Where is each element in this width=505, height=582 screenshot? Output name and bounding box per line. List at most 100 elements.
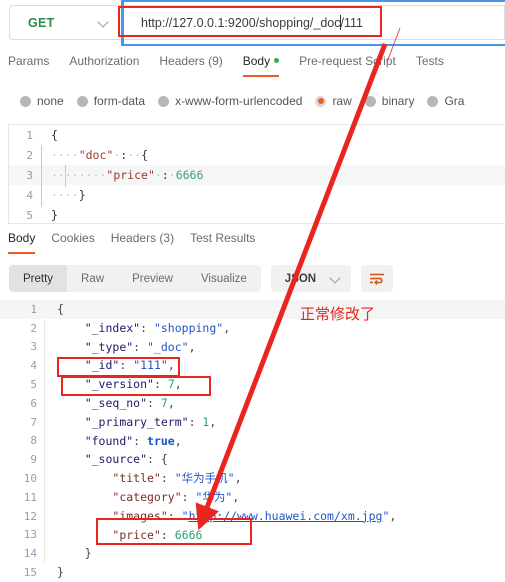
response-code: "images": "http://www.huawei.com/xm.jpg"… [44,506,505,526]
code-token: "shopping" [153,320,224,335]
response-line: 12 "images": "http://www.huawei.com/xm.j… [0,506,505,526]
word-wrap-toggle[interactable] [361,265,394,292]
tab-tests[interactable]: Tests [416,52,444,77]
line-number: 12 [23,509,37,523]
annotation-note: 正常修改了 [300,305,376,323]
body-type-raw-label: raw [332,94,352,108]
code-token: true [147,433,175,448]
response-line: 3 "_type": "_doc", [0,337,505,357]
view-mode-pretty[interactable]: Pretty [9,265,68,292]
resp-tab-headers[interactable]: Headers (3) [111,230,174,254]
url-input[interactable]: http://127.0.0.1:9200/shopping/_doc/111 [119,5,505,40]
code-token: "_index" [84,320,141,335]
request-url-row: GET http://127.0.0.1:9200/shopping/_doc/… [0,0,505,46]
view-mode-visualize[interactable]: Visualize [187,265,261,292]
code-token: : [161,168,169,182]
code-token: , [174,377,182,392]
code-token: : [147,395,161,410]
body-type-binary-label: binary [381,94,415,108]
resp-tab-test-results[interactable]: Test Results [190,230,255,254]
code-token: } [57,565,64,580]
response-format-label: JSON [284,272,317,285]
response-code: } [44,563,505,582]
code-token: "_id" [84,358,120,373]
code-token: , [234,471,242,486]
word-wrap-icon [370,273,385,285]
radio-icon [427,95,439,107]
tab-headers[interactable]: Headers (9) [159,52,222,77]
body-type-form-data-label: form-data [93,94,146,108]
response-line: 8 "found": true, [0,431,505,451]
request-body-editor[interactable]: 1{2····"doc"·:··{3········"price"·:·6666… [8,124,505,224]
request-editor-line: 2 ····"doc"·:··{ [9,145,505,167]
request-editor-line: 1{ [9,125,505,145]
resp-tab-headers-label: Headers (3) [110,231,175,245]
body-modified-dot-icon [274,58,280,63]
body-type-graphql[interactable]: Gra [427,94,464,108]
body-type-none[interactable]: none [20,94,64,108]
view-mode-raw[interactable]: Raw [67,265,118,292]
line-number: 2 [30,321,37,335]
code-token: "_version" [84,377,154,392]
response-code: "_source": { [44,450,505,470]
resp-tab-cookies[interactable]: Cookies [51,230,94,254]
code-token: · [168,168,176,182]
code-token: : [181,489,196,504]
tab-body[interactable]: Body [242,52,280,77]
tab-authorization[interactable]: Authorization [69,52,139,77]
code-token: , [209,414,217,429]
body-type-urlencoded[interactable]: x-www-form-urlencoded [158,94,302,108]
view-mode-visualize-label: Visualize [200,272,247,285]
response-line: 14 } [0,544,505,564]
code-token: : [160,471,175,486]
code-token: : [167,508,182,523]
response-code: "category": "华为", [44,487,505,507]
body-type-form-data[interactable]: form-data [76,94,146,108]
radio-icon [364,95,376,107]
line-number: 13 [23,528,37,542]
request-editor-code: { [41,128,58,142]
response-line: 15} [0,563,505,582]
url-suffix: /111 [340,16,363,30]
view-mode-preview[interactable]: Preview [118,265,187,292]
line-number: 9 [30,453,37,467]
response-code: } [44,544,505,564]
tab-params[interactable]: Params [8,52,49,77]
code-token: "_primary_term" [84,414,189,429]
response-code: "_type": "_doc", [44,337,505,357]
radio-icon [76,95,88,107]
code-token: : [160,527,175,542]
response-line: 11 "category": "华为", [0,487,505,507]
http-method-dropdown[interactable]: GET [9,5,119,40]
tab-pre-request-script[interactable]: Pre-request Script [299,52,396,77]
response-line: 5 "_version": 7, [0,375,505,394]
code-token: "_source" [84,452,148,467]
line-number: 11 [23,490,37,504]
response-line: 4 "_id": "111", [0,356,505,376]
url-focus-frame-left [121,0,124,46]
code-token: : [140,320,154,335]
response-link[interactable]: http://www.huawei.com/xm.jpg [189,509,383,523]
code-token: } [51,208,58,222]
line-number: 3 [30,340,37,354]
line-number: 6 [30,396,37,410]
response-code: "_seq_no": 7, [44,393,505,413]
body-type-binary[interactable]: binary [364,94,415,108]
body-type-raw[interactable]: raw [315,94,352,108]
code-token: : [133,339,148,354]
resp-tab-body[interactable]: Body [8,230,36,254]
response-body-viewer[interactable]: 1{2 "_index": "shopping", 3 "_type": "_do… [0,300,505,582]
line-number: 10 [23,472,37,486]
response-format-dropdown[interactable]: JSON [270,265,352,292]
line-number: 4 [26,188,33,202]
indent-guide [41,185,42,207]
code-token: "_seq_no" [84,395,148,410]
body-type-graphql-label: Gra [444,94,465,108]
code-token: "price" [106,168,155,182]
code-token: "华为手机" [174,471,235,486]
